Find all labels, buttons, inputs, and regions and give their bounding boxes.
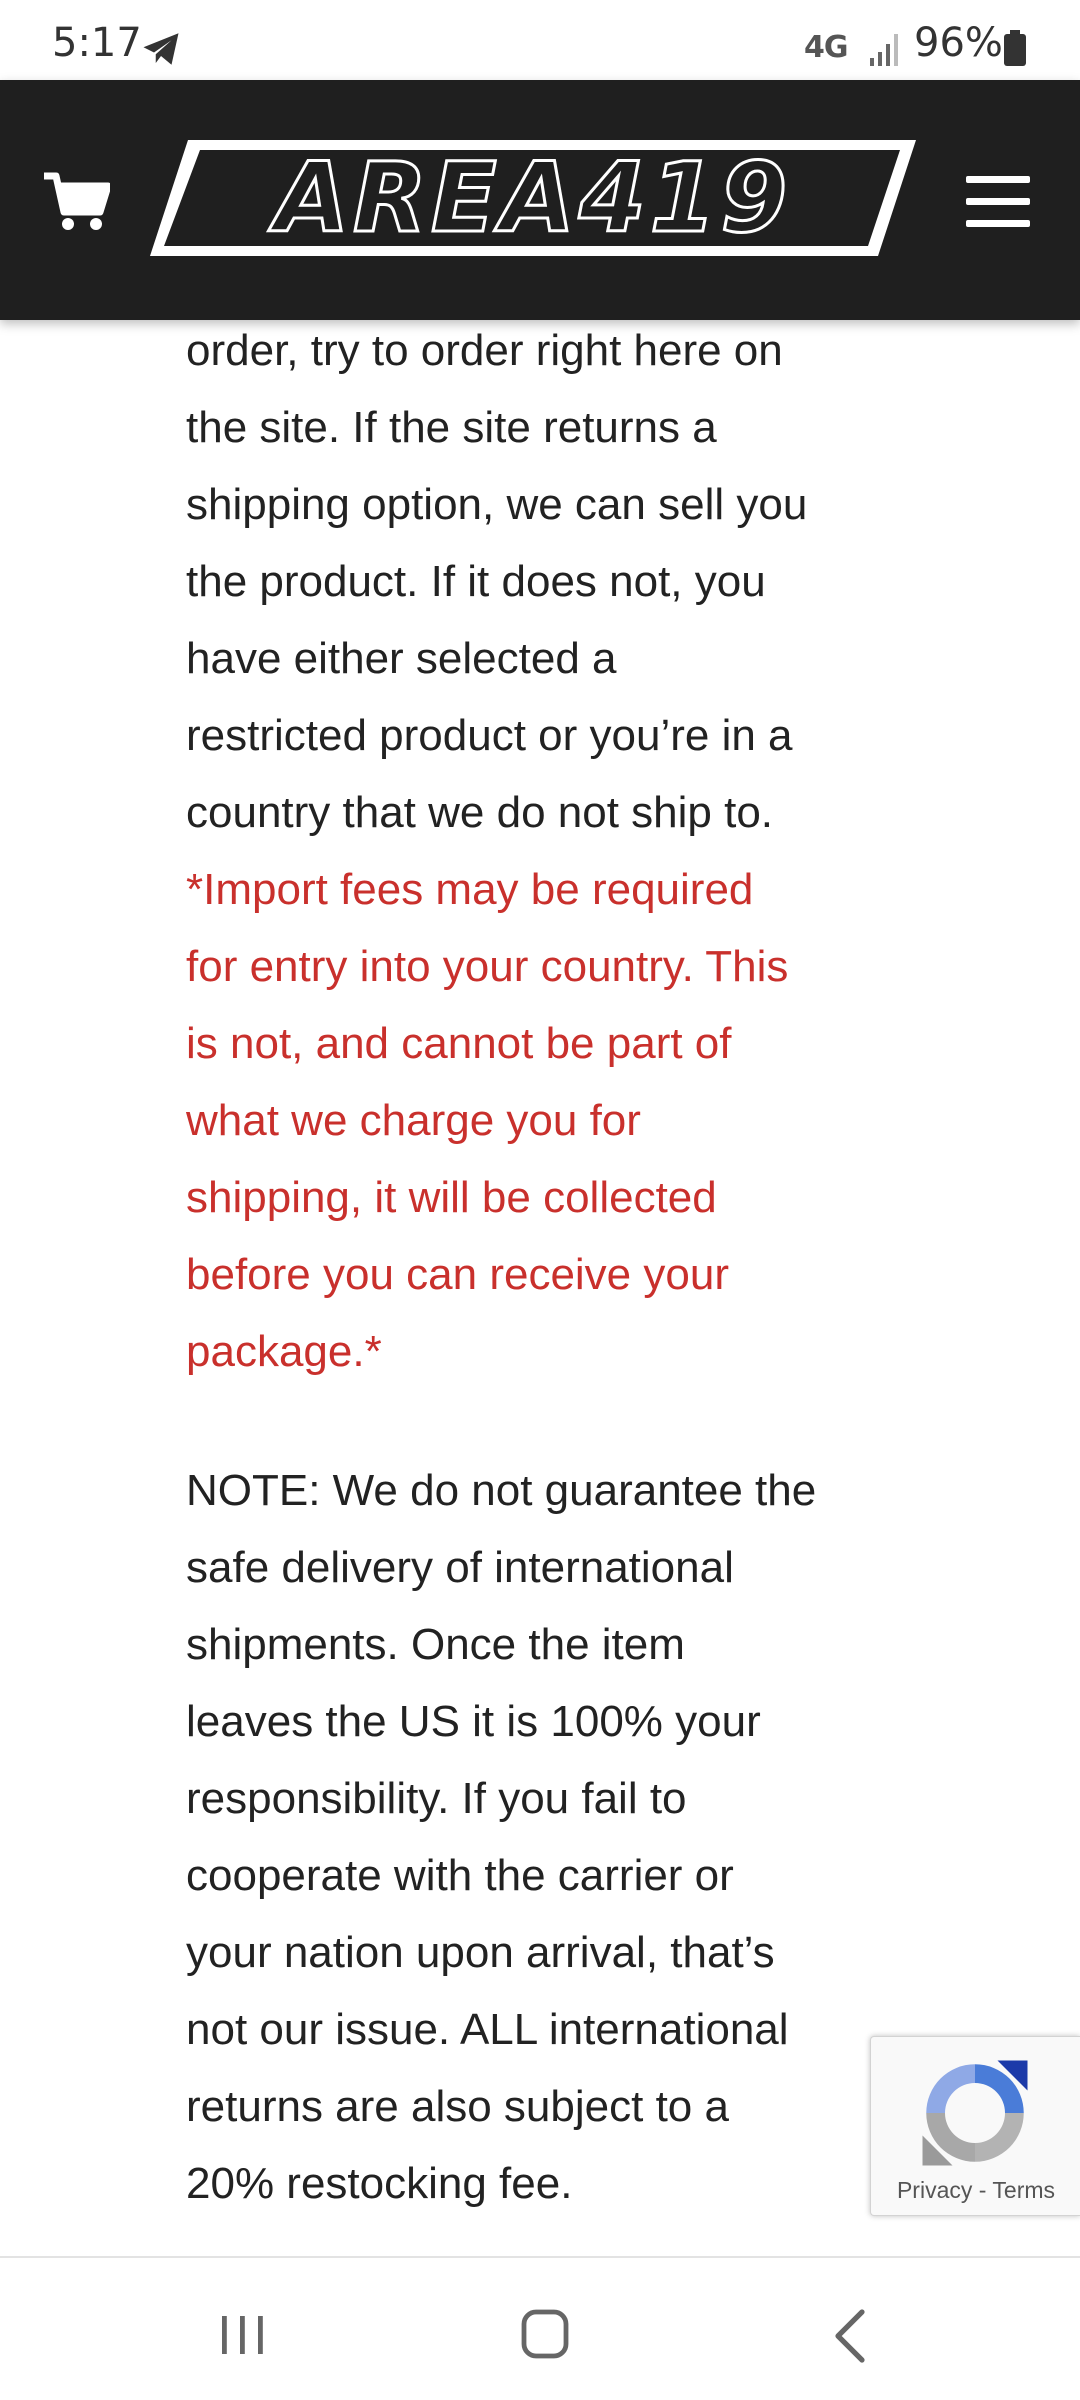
status-bar: 5:17 4G 96%	[0, 0, 1080, 80]
text-line: package.*	[186, 1327, 382, 1376]
shipping-policy-content: order, try to order right here on the si…	[186, 312, 906, 2222]
text-line: country that we do not ship to.	[186, 788, 774, 837]
text-line: restricted product or you’re in a	[186, 711, 793, 760]
recaptcha-terms-link[interactable]: Terms	[992, 2177, 1055, 2203]
text-line: the site. If the site returns a	[186, 403, 717, 452]
cart-icon[interactable]	[44, 172, 110, 234]
text-line: what we charge you for	[186, 1096, 641, 1145]
battery-icon	[1004, 30, 1026, 66]
network-label: 4G	[804, 30, 848, 65]
text-line: leaves the US it is 100% your	[186, 1697, 761, 1746]
text-line: before you can receive your	[186, 1250, 729, 1299]
back-icon[interactable]	[830, 2308, 870, 2364]
text-line: safe delivery of international	[186, 1543, 734, 1592]
note-paragraph: NOTE: We do not guarantee the safe deliv…	[186, 1452, 906, 2222]
recaptcha-badge[interactable]: Privacy - Terms	[870, 2036, 1080, 2216]
text-line: have either selected a	[186, 634, 617, 683]
logo-text: AREA419	[273, 141, 792, 256]
text-line: NOTE: We do not guarantee the	[186, 1466, 817, 1515]
status-time: 5:17	[52, 20, 142, 66]
site-logo[interactable]: AREA419	[148, 138, 918, 258]
text-line: the product. If it does not, you	[186, 557, 766, 606]
recaptcha-privacy-link[interactable]: Privacy	[897, 2177, 972, 2203]
home-icon[interactable]	[520, 2308, 570, 2360]
text-line: for entry into your country. This	[186, 942, 789, 991]
text-line: 20% restocking fee.	[186, 2159, 573, 2208]
text-line: not our issue. ALL international	[186, 2005, 789, 2054]
text-line: shipments. Once the item	[186, 1620, 685, 1669]
text-line: order, try to order right here on	[186, 326, 783, 375]
text-line: shipping option, we can sell you	[186, 480, 808, 529]
hamburger-menu-icon[interactable]	[966, 176, 1030, 228]
intro-paragraph: order, try to order right here on the si…	[186, 312, 906, 851]
text-line: responsibility. If you fail to	[186, 1774, 687, 1823]
text-line: returns are also subject to a	[186, 2082, 729, 2131]
battery-percent: 96%	[914, 20, 1003, 66]
telegram-icon	[143, 33, 179, 65]
signal-icon	[870, 34, 898, 66]
recents-icon[interactable]	[218, 2312, 268, 2358]
recaptcha-separator: -	[972, 2177, 993, 2203]
text-line: your nation upon arrival, that’s	[186, 1928, 775, 1977]
text-line: *Import fees may be required	[186, 865, 754, 914]
recaptcha-links: Privacy - Terms	[871, 2177, 1080, 2204]
recaptcha-icon	[922, 2060, 1028, 2166]
site-header: AREA419	[0, 80, 1080, 320]
text-line: shipping, it will be collected	[186, 1173, 717, 1222]
import-fees-warning: *Import fees may be required for entry i…	[186, 851, 906, 1390]
text-line: is not, and cannot be part of	[186, 1019, 732, 1068]
system-nav-bar	[0, 2256, 1080, 2400]
text-line: cooperate with the carrier or	[186, 1851, 734, 1900]
